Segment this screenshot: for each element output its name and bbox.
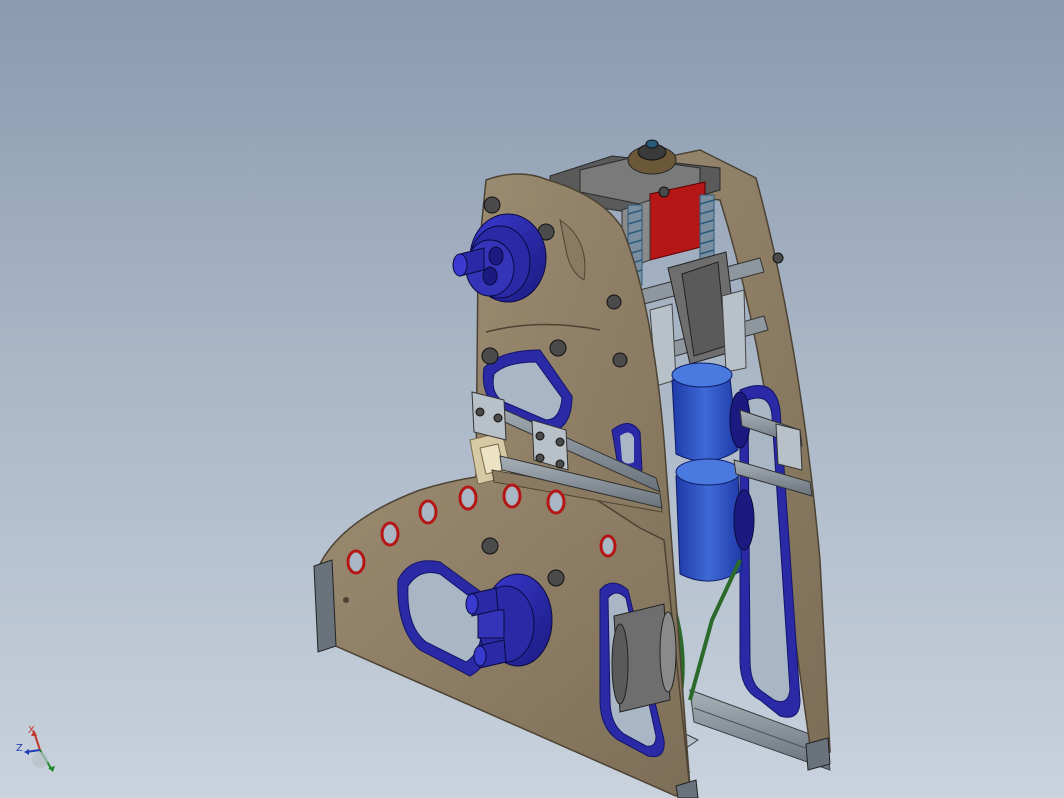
cad-viewport[interactable]: X Z [0,0,1064,798]
lower-pulley [611,603,677,713]
assembly-model[interactable] [0,0,1064,798]
upper-motor [452,213,547,303]
orientation-triad[interactable]: X Z [12,724,64,780]
triad-z-label: Z [16,743,23,754]
triad-x-label: X [28,725,35,736]
